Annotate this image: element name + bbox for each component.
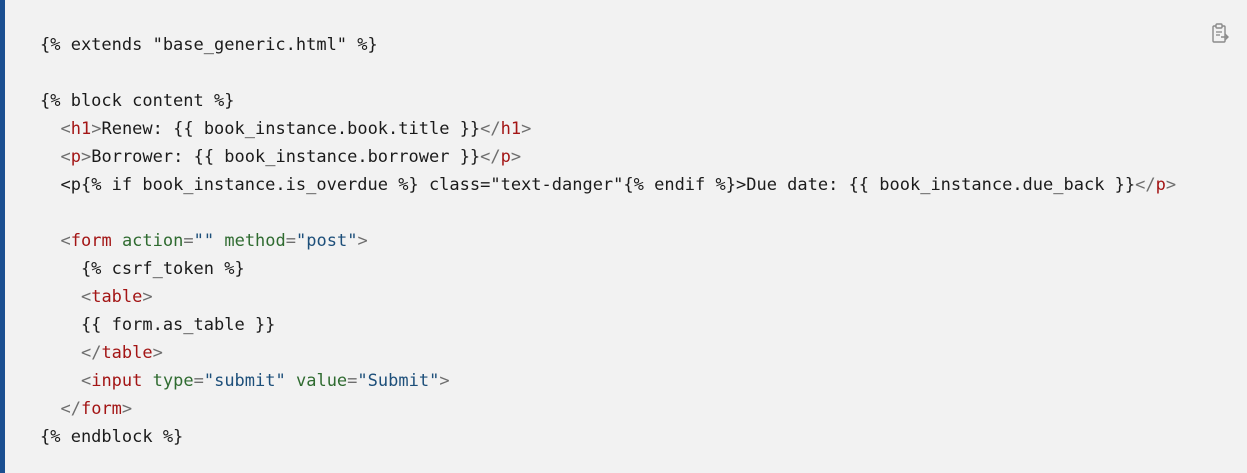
code-token: "" (193, 231, 215, 251)
code-token: type (152, 371, 194, 391)
code-line: <input type="submit" value="Submit"> (40, 367, 1176, 395)
code-token: = (347, 371, 358, 391)
clipboard-copy-icon (1212, 23, 1229, 43)
code-line: <form action="" method="post"> (40, 227, 1176, 255)
code-token: table (101, 343, 153, 363)
code-token: > (521, 119, 532, 139)
code-token: value (295, 371, 348, 391)
code-token: </ (80, 343, 102, 363)
code-block: {% extends "base_generic.html" %} {% bloc… (0, 0, 1247, 473)
code-token: > (510, 147, 522, 167)
code-token: = (285, 231, 297, 251)
code-line: {% csrf_token %} (40, 255, 1176, 283)
code-token: > (357, 231, 368, 251)
code-token: > (152, 343, 163, 363)
code-token: method (224, 231, 286, 251)
code-token: > (91, 119, 102, 139)
code-token: "post" (296, 231, 358, 251)
code-token: {{ form.as_table }} (40, 315, 276, 335)
copy-button[interactable] (1209, 21, 1233, 45)
code-line: <p{% if book_instance.is_overdue %} clas… (40, 171, 1176, 199)
code-line: </table> (40, 339, 1176, 367)
code-line: {% extends "base_generic.html" %} (40, 31, 1176, 59)
code-token: > (142, 287, 153, 307)
code-line: {% block content %} (40, 87, 1176, 115)
code-token: > (439, 371, 450, 391)
code-token: > (80, 147, 92, 167)
code-token: form (80, 399, 122, 419)
code-token: table (91, 287, 143, 307)
code-content: {% extends "base_generic.html" %} {% bloc… (40, 31, 1176, 451)
code-token: h1 (70, 119, 92, 139)
code-token: "submit" (203, 371, 286, 391)
code-token: p (500, 147, 511, 167)
code-token: {% endblock %} (40, 427, 184, 447)
code-token: < (60, 119, 71, 139)
code-line: {% endblock %} (40, 423, 1176, 451)
code-line: <p>Borrower: {{ book_instance.borrower }… (40, 143, 1176, 171)
code-token: <p{% if book_instance.is_overdue %} clas… (60, 175, 1136, 195)
code-token: > (121, 399, 133, 419)
code-token: Renew: {{ book_instance.book.title }} (101, 119, 481, 139)
code-token: p (1155, 175, 1166, 195)
code-line: <table> (40, 283, 1176, 311)
code-token: Borrower: {{ book_instance.borrower }} (91, 147, 481, 167)
code-token: "Submit" (357, 371, 440, 391)
code-token: = (193, 371, 204, 391)
code-token: p (70, 147, 81, 167)
code-token: </ (480, 119, 501, 139)
code-token: = (183, 231, 194, 251)
code-token: action (121, 231, 184, 251)
code-token: </ (480, 147, 501, 167)
code-token: {% extends "base_generic.html" %} (40, 35, 378, 55)
code-token: {% csrf_token %} (40, 259, 245, 279)
code-token: </ (1135, 175, 1156, 195)
code-line: <h1>Renew: {{ book_instance.book.title }… (40, 115, 1176, 143)
code-token: h1 (500, 119, 522, 139)
code-token: {% block content %} (40, 91, 235, 111)
code-token: input (91, 371, 143, 391)
code-token: < (80, 371, 92, 391)
code-block-accent-bar (0, 0, 5, 473)
code-token: </ (60, 399, 81, 419)
code-line: </form> (40, 395, 1176, 423)
code-token: < (60, 147, 71, 167)
code-token: > (1165, 175, 1177, 195)
code-token: < (60, 231, 71, 251)
code-line: {{ form.as_table }} (40, 311, 1176, 339)
code-token: form (70, 231, 112, 251)
code-token: < (80, 287, 92, 307)
